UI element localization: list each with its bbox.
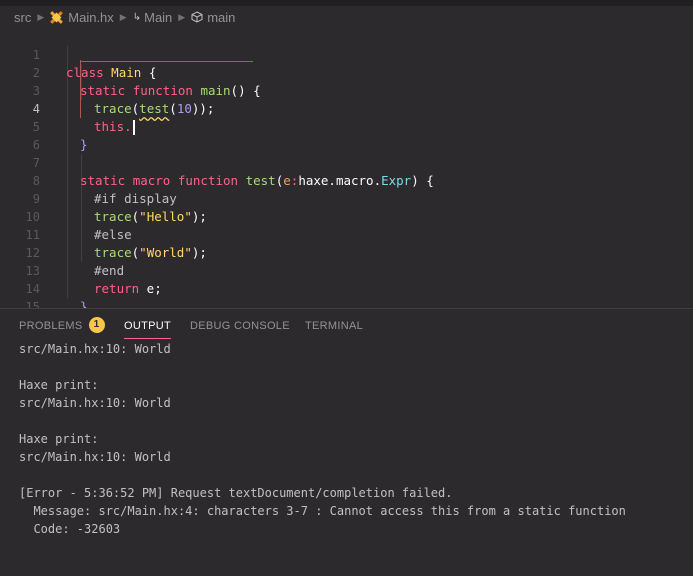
output-line: Message: src/Main.hx:4: characters 3-7 :… (19, 504, 626, 518)
tab-problems[interactable]: PROBLEMS 1 (19, 309, 105, 343)
output-line: src/Main.hx:10: World (19, 450, 171, 464)
code-line[interactable]: 6 (0, 118, 693, 152)
code-line[interactable]: 1 class Main { (0, 28, 693, 80)
code-line[interactable]: 3 trace(test(10)); (0, 64, 693, 116)
vscode-window: src ▶ Main.hx ▶ ↳ Main ▶ main 1 class Ma… (0, 0, 693, 576)
breadcrumb-folder-label: src (14, 9, 32, 25)
tab-terminal[interactable]: TERMINAL (305, 309, 363, 343)
problems-count-badge: 1 (88, 317, 105, 334)
code-line[interactable]: 5 } (0, 100, 693, 152)
output-log[interactable]: src/Main.hx:10: World Haxe print: src/Ma… (19, 340, 689, 538)
tab-debug-console[interactable]: DEBUG CONSOLE (190, 309, 290, 343)
code-line[interactable]: 11 trace("World"); (0, 208, 693, 260)
tab-debug-console-label: DEBUG CONSOLE (190, 320, 290, 332)
output-line: Haxe print: (19, 378, 99, 392)
tab-terminal-label: TERMINAL (305, 320, 364, 332)
breadcrumb-file-label: Main.hx (68, 9, 114, 25)
output-line: src/Main.hx:10: World (19, 342, 171, 356)
panel-tabs: PROBLEMS 1 OUTPUT DEBUG CONSOLE TERMINAL (0, 309, 693, 343)
breadcrumb-file[interactable]: Main.hx (50, 10, 114, 25)
tab-output[interactable]: OUTPUT (124, 309, 172, 343)
chevron-right-icon: ▶ (37, 11, 45, 22)
code-editor[interactable]: 1 class Main { 2 static function main() … (0, 28, 693, 308)
output-line: [Error - 5:36:52 PM] Request textDocumen… (19, 486, 453, 500)
code-line[interactable]: 13 return e; (0, 244, 693, 296)
code-line[interactable]: 12 #end (0, 226, 693, 278)
code-line[interactable]: 15 } (0, 280, 693, 308)
output-line: Code: -32603 (19, 522, 121, 536)
tab-problems-label: PROBLEMS (19, 320, 83, 332)
breadcrumb: src ▶ Main.hx ▶ ↳ Main ▶ main (0, 6, 693, 28)
method-cube-icon (191, 11, 203, 23)
code-line[interactable]: 7 static macro function test(e:haxe.macr… (0, 136, 693, 188)
code-line[interactable]: 16 (0, 298, 693, 308)
chevron-right-icon: ▶ (119, 11, 127, 22)
output-line: src/Main.hx:10: World (19, 396, 171, 410)
output-line: Haxe print: (19, 432, 99, 446)
code-line[interactable]: 8 #if display (0, 154, 693, 206)
breadcrumb-method-label: main (207, 9, 236, 25)
breadcrumb-class[interactable]: ↳ Main (133, 10, 173, 25)
tab-output-label: OUTPUT (124, 320, 172, 332)
breadcrumb-method[interactable]: main (191, 10, 235, 25)
code-line[interactable]: 2 static function main() { (0, 46, 693, 98)
breadcrumb-class-label: Main (144, 9, 173, 25)
chevron-right-icon: ▶ (178, 11, 186, 22)
code-line[interactable]: 14 } (0, 262, 693, 308)
class-icon: ↳ (132, 11, 142, 23)
code-line[interactable]: 9 trace("Hello"); (0, 172, 693, 224)
haxe-file-icon (50, 10, 64, 24)
code-line[interactable]: 10 #else (0, 190, 693, 242)
code-line-active[interactable]: 4 this. (0, 82, 693, 135)
breadcrumb-folder[interactable]: src (14, 10, 31, 25)
